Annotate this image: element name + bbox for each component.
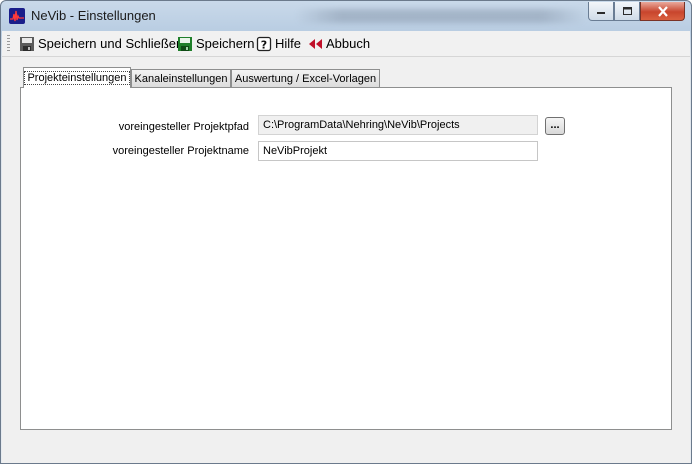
restore-icon	[622, 7, 632, 15]
save-and-close-label: Speichern und Schließen	[38, 36, 184, 51]
help-button[interactable]: ? Hilfe	[256, 34, 301, 53]
help-icon: ?	[256, 36, 272, 52]
close-icon	[657, 5, 668, 17]
double-arrow-left-icon	[307, 36, 323, 52]
tab-kanaleinstellungen[interactable]: Kanaleinstellungen	[131, 69, 231, 87]
project-name-field[interactable]: NeVibProjekt	[258, 141, 538, 161]
save-and-close-button[interactable]: Speichern und Schließen	[19, 34, 183, 53]
save-button[interactable]: Speichern	[177, 34, 255, 53]
tab-auswertung-excel-vorlagen[interactable]: Auswertung / Excel-Vorlagen	[231, 69, 380, 87]
maximize-button[interactable]	[614, 2, 640, 21]
dialog-client-area: Projekteinstellungen Kanaleinstellungen …	[2, 57, 690, 463]
svg-text:?: ?	[261, 38, 267, 51]
project-path-label: voreingesteller Projektpfad	[118, 121, 249, 133]
minimize-icon	[597, 12, 605, 14]
floppy-disk-icon	[19, 36, 35, 52]
save-label: Speichern	[196, 36, 255, 51]
window-title: NeVib - Einstellungen	[31, 8, 156, 23]
minimize-button[interactable]	[588, 2, 614, 21]
project-name-label: voreingesteller Projektname	[112, 145, 249, 157]
cancel-label: Abbuch	[326, 36, 371, 51]
tab-projekteinstellungen[interactable]: Projekteinstellungen	[23, 67, 131, 88]
tab-label: Projekteinstellungen	[24, 71, 130, 85]
toolbar-grip[interactable]	[7, 35, 10, 52]
close-button[interactable]	[640, 2, 685, 21]
project-path-field[interactable]: C:\ProgramData\Nehring\NeVib\Projects	[258, 115, 538, 135]
title-bar[interactable]: NeVib - Einstellungen	[1, 1, 691, 31]
help-label: Hilfe	[275, 36, 302, 51]
toolbar: Speichern und Schließen Speichern ? Hilf…	[2, 31, 690, 57]
settings-window: NeVib - Einstellungen Speichern und Schl…	[0, 0, 692, 464]
cancel-button[interactable]: Abbuch	[307, 34, 370, 53]
tab-label: Kanaleinstellungen	[134, 72, 228, 85]
floppy-disk-green-icon	[177, 36, 193, 52]
obscured-background-title	[296, 9, 586, 23]
tab-label: Auswertung / Excel-Vorlagen	[234, 72, 377, 85]
waveform-icon	[9, 8, 25, 24]
browse-button[interactable]: ...	[545, 117, 565, 135]
tab-panel-projekteinstellungen: voreingesteller Projektpfad C:\ProgramDa…	[20, 87, 672, 430]
